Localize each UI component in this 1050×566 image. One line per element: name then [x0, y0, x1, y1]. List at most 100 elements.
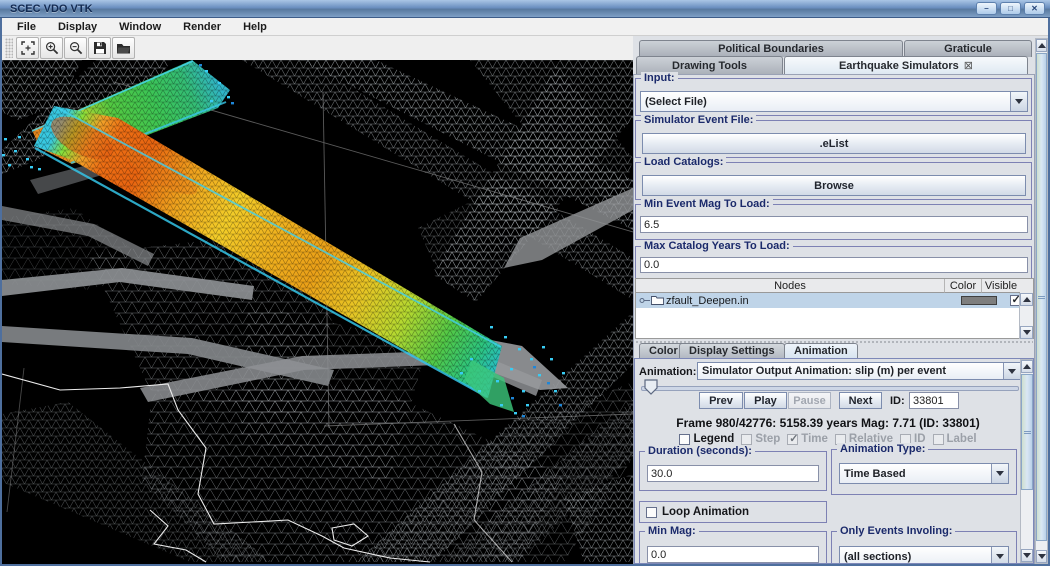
scrollbar-thumb[interactable]	[1036, 53, 1047, 541]
id-field[interactable]: 33801	[909, 392, 959, 409]
tab-display-settings[interactable]: Display Settings	[679, 343, 785, 358]
scroll-down-icon[interactable]	[1020, 326, 1033, 339]
scroll-up-icon[interactable]	[1021, 360, 1033, 373]
checkbox-label: Time	[801, 433, 828, 445]
color-swatch[interactable]	[961, 296, 997, 305]
scroll-up-icon[interactable]	[1020, 293, 1033, 306]
menu-display[interactable]: Display	[47, 18, 108, 35]
loop-animation-box[interactable]: Loop Animation	[639, 501, 827, 523]
scroll-down-icon[interactable]	[1036, 550, 1047, 563]
max-catalog-years-field[interactable]: 0.0	[640, 257, 1028, 273]
min-mag-group: Min Mag: 0.0	[639, 531, 827, 564]
scroll-down-icon[interactable]	[1021, 549, 1033, 562]
nodes-table: Nodes Color Visible zfault_Deepen.in	[635, 278, 1034, 339]
legend-checkbox[interactable]	[679, 434, 690, 445]
tab-political-boundaries[interactable]: Political Boundaries	[639, 40, 903, 57]
time-checkbox-item[interactable]: Time	[787, 433, 828, 445]
id-label: ID:	[890, 395, 905, 407]
time-checkbox[interactable]	[787, 434, 798, 445]
step-checkbox-item[interactable]: Step	[741, 433, 780, 445]
loop-animation-label: Loop Animation	[662, 506, 749, 518]
save-icon	[93, 41, 107, 55]
chevron-down-icon[interactable]	[991, 547, 1008, 564]
tab-animation[interactable]: Animation	[784, 343, 858, 358]
event-file-group-title: Simulator Event File:	[641, 114, 756, 127]
only-events-group: Only Events Involing: (all sections)	[831, 531, 1017, 564]
tab-label: Animation	[794, 345, 848, 357]
timeline-slider-track[interactable]	[641, 386, 1019, 391]
toolbar	[2, 36, 633, 60]
3d-viewport[interactable]	[2, 60, 633, 564]
tree-expander-icon[interactable]	[639, 292, 651, 310]
minimize-button[interactable]: –	[976, 2, 997, 15]
reset-view-icon	[21, 41, 35, 55]
only-events-group-title: Only Events Involing:	[837, 525, 955, 538]
chevron-down-icon[interactable]	[991, 464, 1008, 483]
next-button[interactable]: Next	[839, 392, 882, 409]
zoom-in-button[interactable]	[40, 37, 63, 59]
tab-close-icon[interactable]: ⊠	[964, 61, 973, 72]
animation-type-combo[interactable]: Time Based	[839, 463, 1009, 484]
elist-button[interactable]: .eList	[642, 133, 1026, 154]
legend-checkbox-item[interactable]: Legend	[679, 433, 734, 445]
pause-button[interactable]: Pause	[788, 392, 831, 409]
node-color-cell[interactable]	[960, 296, 997, 305]
timeline-slider-handle[interactable]	[644, 379, 658, 400]
table-row[interactable]: zfault_Deepen.in	[636, 293, 1033, 308]
close-button[interactable]: ✕	[1024, 2, 1045, 15]
scroll-up-icon[interactable]	[1036, 39, 1047, 52]
nodes-table-scrollbar[interactable]	[1019, 293, 1033, 339]
chevron-down-icon[interactable]	[1010, 92, 1027, 111]
step-checkbox[interactable]	[741, 434, 752, 445]
scrollbar-thumb[interactable]	[1021, 374, 1033, 490]
tab-graticule[interactable]: Graticule	[904, 40, 1032, 57]
animation-panel-scrollbar[interactable]	[1020, 359, 1034, 563]
checkbox-label: Label	[947, 433, 977, 445]
render-scene	[2, 60, 633, 564]
min-mag-group-title: Min Mag:	[645, 525, 699, 538]
menu-help[interactable]: Help	[232, 18, 278, 35]
column-header-color[interactable]: Color	[945, 279, 982, 293]
checkbox-label: Step	[755, 433, 780, 445]
animation-type-group-title: Animation Type:	[837, 443, 928, 456]
browse-button[interactable]: Browse	[642, 175, 1026, 196]
min-event-mag-group: Min Event Mag To Load: 6.5	[635, 204, 1032, 240]
min-mag-field[interactable]: 0.0	[647, 546, 819, 563]
play-button[interactable]: Play	[744, 392, 787, 409]
load-catalogs-group: Load Catalogs: Browse	[635, 162, 1032, 200]
column-header-visible[interactable]: Visible	[982, 279, 1020, 293]
menu-render[interactable]: Render	[172, 18, 232, 35]
tab-label: Graticule	[944, 43, 992, 55]
reset-view-button[interactable]	[16, 37, 39, 59]
tab-label: Color	[649, 345, 678, 357]
toolbar-grip[interactable]	[5, 38, 13, 58]
label-checkbox-item[interactable]: Label	[933, 433, 977, 445]
animation-label: Animation:	[639, 366, 696, 378]
only-events-combo[interactable]: (all sections)	[839, 546, 1009, 564]
maximize-button[interactable]: □	[1000, 2, 1021, 15]
tab-earthquake-simulators[interactable]: Earthquake Simulators ⊠	[784, 56, 1028, 75]
menu-file[interactable]: File	[6, 18, 47, 35]
prev-button[interactable]: Prev	[699, 392, 743, 409]
zoom-in-icon	[45, 41, 59, 55]
input-file-select[interactable]: (Select File)	[640, 91, 1028, 112]
window-title: SCEC VDO VTK	[10, 3, 93, 15]
load-catalogs-group-title: Load Catalogs:	[641, 156, 726, 169]
chevron-down-icon[interactable]	[1003, 363, 1020, 379]
animation-combo-value: Simulator Output Animation: slip (m) per…	[698, 363, 1003, 379]
zoom-out-button[interactable]	[64, 37, 87, 59]
open-folder-button[interactable]	[112, 37, 135, 59]
window-controls: – □ ✕	[976, 2, 1045, 15]
loop-animation-checkbox[interactable]	[646, 507, 657, 518]
title-bar[interactable]: SCEC VDO VTK – □ ✕	[0, 0, 1050, 18]
min-event-mag-field[interactable]: 6.5	[640, 216, 1028, 233]
save-button[interactable]	[88, 37, 111, 59]
panel-scrollbar[interactable]	[1035, 38, 1048, 564]
duration-field[interactable]: 30.0	[647, 465, 819, 482]
label-checkbox[interactable]	[933, 434, 944, 445]
animation-type-select[interactable]: Simulator Output Animation: slip (m) per…	[697, 362, 1021, 380]
column-header-nodes[interactable]: Nodes	[636, 279, 945, 293]
open-folder-icon	[116, 42, 131, 55]
menu-window[interactable]: Window	[108, 18, 172, 35]
tab-label: Political Boundaries	[718, 43, 824, 55]
